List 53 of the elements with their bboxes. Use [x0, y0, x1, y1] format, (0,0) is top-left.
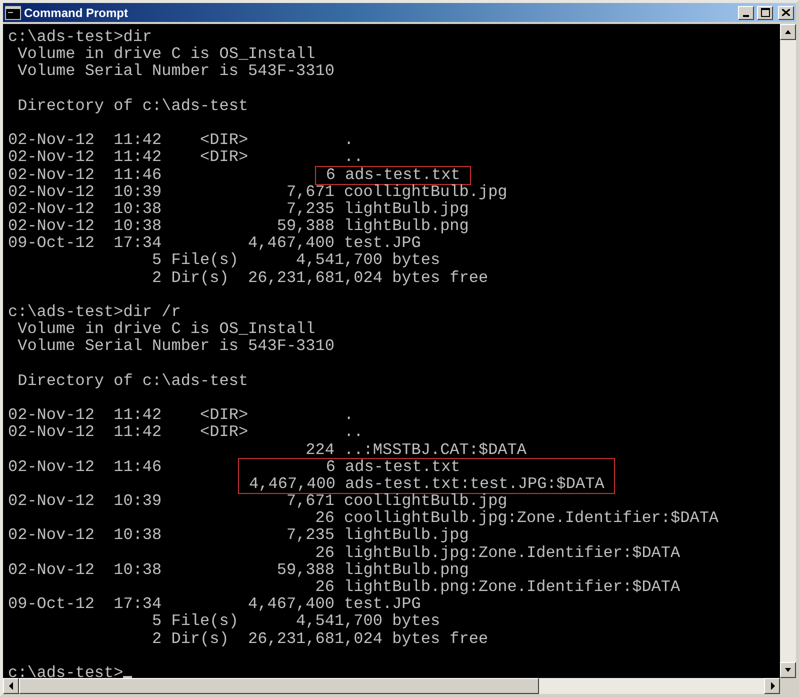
console-line: Volume Serial Number is 543F-3310 — [16, 338, 336, 356]
console-icon — [5, 6, 21, 20]
right-arrow-icon — [768, 682, 776, 690]
console-line: Volume in drive C is OS_Install — [16, 46, 316, 64]
console-line: 02-Nov-12 10:38 59,388 lightBulb.png — [8, 562, 470, 579]
console-line: 26 lightBulb.png:Zone.Identifier:$DATA — [314, 579, 682, 596]
console-line: 02-Nov-12 11:42 <DIR> . — [8, 407, 355, 424]
left-arrow-icon — [8, 682, 14, 690]
console-line: Volume in drive C is OS_Install — [16, 321, 316, 338]
vertical-scrollbar[interactable] — [780, 24, 796, 678]
console-line: c:\ads-test>dir — [8, 29, 154, 46]
console-line: 02-Nov-12 11:42 <DIR> . — [8, 132, 355, 150]
console-line: 4,467,400 ads-test.txt:test.JPG:$DATA — [248, 476, 606, 493]
minimize-icon — [743, 14, 749, 16]
scroll-left-button[interactable] — [3, 678, 19, 694]
console-line: 02-Nov-12 10:38 7,235 lightBulb.jpg — [8, 527, 470, 545]
console-line: 5 File(s) 4,541,700 bytes — [151, 252, 442, 270]
console-line: c:\ads-test> — [8, 664, 780, 678]
console-line: 26 lightBulb.jpg:Zone.Identifier:$DATA — [314, 544, 682, 562]
up-arrow-icon — [784, 29, 792, 35]
horizontal-scrollbar[interactable] — [3, 678, 780, 694]
maximize-icon — [760, 8, 770, 17]
console-line: 09-Oct-12 17:34 4,467,400 test.JPG — [8, 235, 421, 252]
console-line: 09-Oct-12 17:34 4,467,400 test.JPG — [8, 596, 421, 614]
maximize-button[interactable] — [757, 6, 773, 20]
console-line: 2 Dir(s) 26,231,681,024 bytes free — [151, 270, 490, 287]
console-line: 02-Nov-12 11:42 <DIR> .. — [8, 424, 364, 442]
console-line: Directory of c:\ads-test — [16, 98, 250, 115]
scrollbar-thumb[interactable] — [19, 678, 539, 694]
console-line: 02-Nov-12 10:39 7,671 coollightBulb.jpg — [8, 184, 508, 201]
scroll-right-button[interactable] — [764, 678, 780, 694]
console-line: 5 File(s) 4,541,700 bytes — [151, 613, 442, 631]
close-icon — [782, 9, 790, 16]
console-line: 02-Nov-12 10:38 7,235 lightBulb.jpg — [8, 200, 470, 218]
minimize-button[interactable] — [738, 6, 754, 20]
scroll-up-button[interactable] — [780, 24, 796, 40]
window-title: Command Prompt — [24, 6, 130, 20]
scroll-down-button[interactable] — [780, 662, 796, 678]
console-line: c:\ads-test>dir /r — [8, 304, 182, 321]
console-line: 6 ads-test.txt — [324, 166, 462, 184]
console-line: 26 coollightBulb.jpg:Zone.Identifier:$DATA — [314, 510, 720, 528]
console-line: 02-Nov-12 11:46 — [8, 166, 163, 184]
console-line: Volume Serial Number is 543F-3310 — [16, 63, 336, 81]
close-button[interactable] — [778, 6, 794, 20]
console-line: 02-Nov-12 10:38 59,388 lightBulb.png — [8, 218, 470, 236]
down-arrow-icon — [784, 667, 792, 673]
console-line: 2 Dir(s) 26,231,681,024 bytes free — [151, 630, 490, 648]
console-line: 224 ..:MSSTBJ.CAT:$DATA — [304, 442, 528, 459]
console-line: 02-Nov-12 11:42 <DIR> .. — [8, 149, 364, 166]
console-line: 02-Nov-12 11:46 — [8, 458, 163, 476]
console-line: 02-Nov-12 10:39 7,671 coollightBulb.jpg — [8, 493, 508, 510]
console-line: 6 ads-test.txt — [324, 458, 462, 476]
console-line: Directory of c:\ads-test — [16, 372, 250, 390]
